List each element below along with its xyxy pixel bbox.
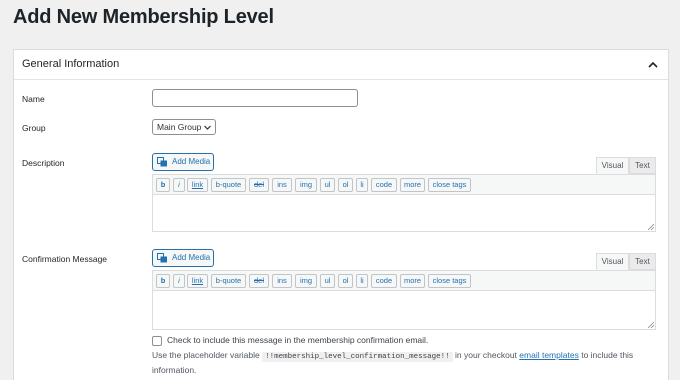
description-label: Description (22, 158, 65, 168)
name-input[interactable] (152, 89, 358, 107)
qt-ul-button[interactable]: ul (320, 274, 335, 288)
placeholder-help-text: Use the placeholder variable !!membershi… (152, 349, 652, 377)
qt-ol-button[interactable]: ol (338, 274, 353, 288)
qt-more-button[interactable]: more (400, 178, 425, 192)
panel-title: General Information (22, 58, 120, 70)
confirmation-textarea[interactable] (152, 290, 656, 330)
group-label: Group (22, 123, 46, 133)
name-label: Name (22, 94, 45, 104)
qt-italic-button[interactable]: i (173, 178, 185, 192)
email-templates-link[interactable]: email templates (519, 350, 579, 360)
qt-bquote-button[interactable]: b-quote (211, 274, 246, 288)
media-icon (157, 253, 167, 263)
add-media-button[interactable]: Add Media (152, 153, 214, 171)
qt-ol-button[interactable]: ol (338, 178, 353, 192)
include-in-email-label: Check to include this message in the mem… (167, 335, 429, 345)
include-in-email-checkbox[interactable] (152, 336, 162, 346)
group-select-value: Main Group (157, 122, 202, 132)
page-title: Add New Membership Level (13, 6, 274, 28)
qt-bold-button[interactable]: b (156, 274, 170, 288)
qt-ul-button[interactable]: ul (320, 178, 335, 192)
qt-link-button[interactable]: link (187, 274, 208, 288)
quicktags-toolbar: b i link b-quote del ins img ul ol li co… (152, 270, 656, 290)
help-prefix: Use the placeholder variable (152, 350, 260, 360)
tab-text[interactable]: Text (629, 157, 656, 174)
add-media-button[interactable]: Add Media (152, 249, 214, 267)
qt-img-button[interactable]: img (295, 178, 317, 192)
qt-close-tags-button[interactable]: close tags (428, 178, 471, 192)
add-media-label: Add Media (172, 157, 211, 166)
qt-code-button[interactable]: code (371, 274, 397, 288)
confirmation-label: Confirmation Message (22, 254, 108, 264)
add-media-label: Add Media (172, 253, 211, 262)
qt-code-button[interactable]: code (371, 178, 397, 192)
help-middle: in your checkout (455, 350, 517, 360)
resize-grip-icon[interactable] (648, 322, 654, 328)
media-icon (157, 157, 167, 167)
tab-visual[interactable]: Visual (596, 157, 629, 174)
qt-italic-button[interactable]: i (173, 274, 185, 288)
qt-bold-button[interactable]: b (156, 178, 170, 192)
qt-more-button[interactable]: more (400, 274, 425, 288)
panel-header[interactable]: General Information (14, 50, 668, 80)
resize-grip-icon[interactable] (648, 224, 654, 230)
group-select[interactable]: Main Group (152, 119, 216, 135)
quicktags-toolbar: b i link b-quote del ins img ul ol li co… (152, 174, 656, 194)
qt-ins-button[interactable]: ins (272, 178, 292, 192)
description-textarea[interactable] (152, 194, 656, 232)
qt-del-button[interactable]: del (249, 178, 269, 192)
qt-li-button[interactable]: li (356, 274, 368, 288)
chevron-up-icon[interactable] (646, 58, 660, 72)
qt-del-button[interactable]: del (249, 274, 269, 288)
qt-ins-button[interactable]: ins (272, 274, 292, 288)
qt-img-button[interactable]: img (295, 274, 317, 288)
qt-close-tags-button[interactable]: close tags (428, 274, 471, 288)
general-information-panel: General Information Name Group Main Grou… (13, 49, 669, 380)
qt-li-button[interactable]: li (356, 178, 368, 192)
chevron-down-icon (204, 125, 211, 130)
tab-visual[interactable]: Visual (596, 253, 629, 270)
qt-link-button[interactable]: link (187, 178, 208, 192)
tab-text[interactable]: Text (629, 253, 656, 270)
placeholder-variable-code: !!membership_level_confirmation_message!… (262, 352, 453, 362)
qt-bquote-button[interactable]: b-quote (211, 178, 246, 192)
